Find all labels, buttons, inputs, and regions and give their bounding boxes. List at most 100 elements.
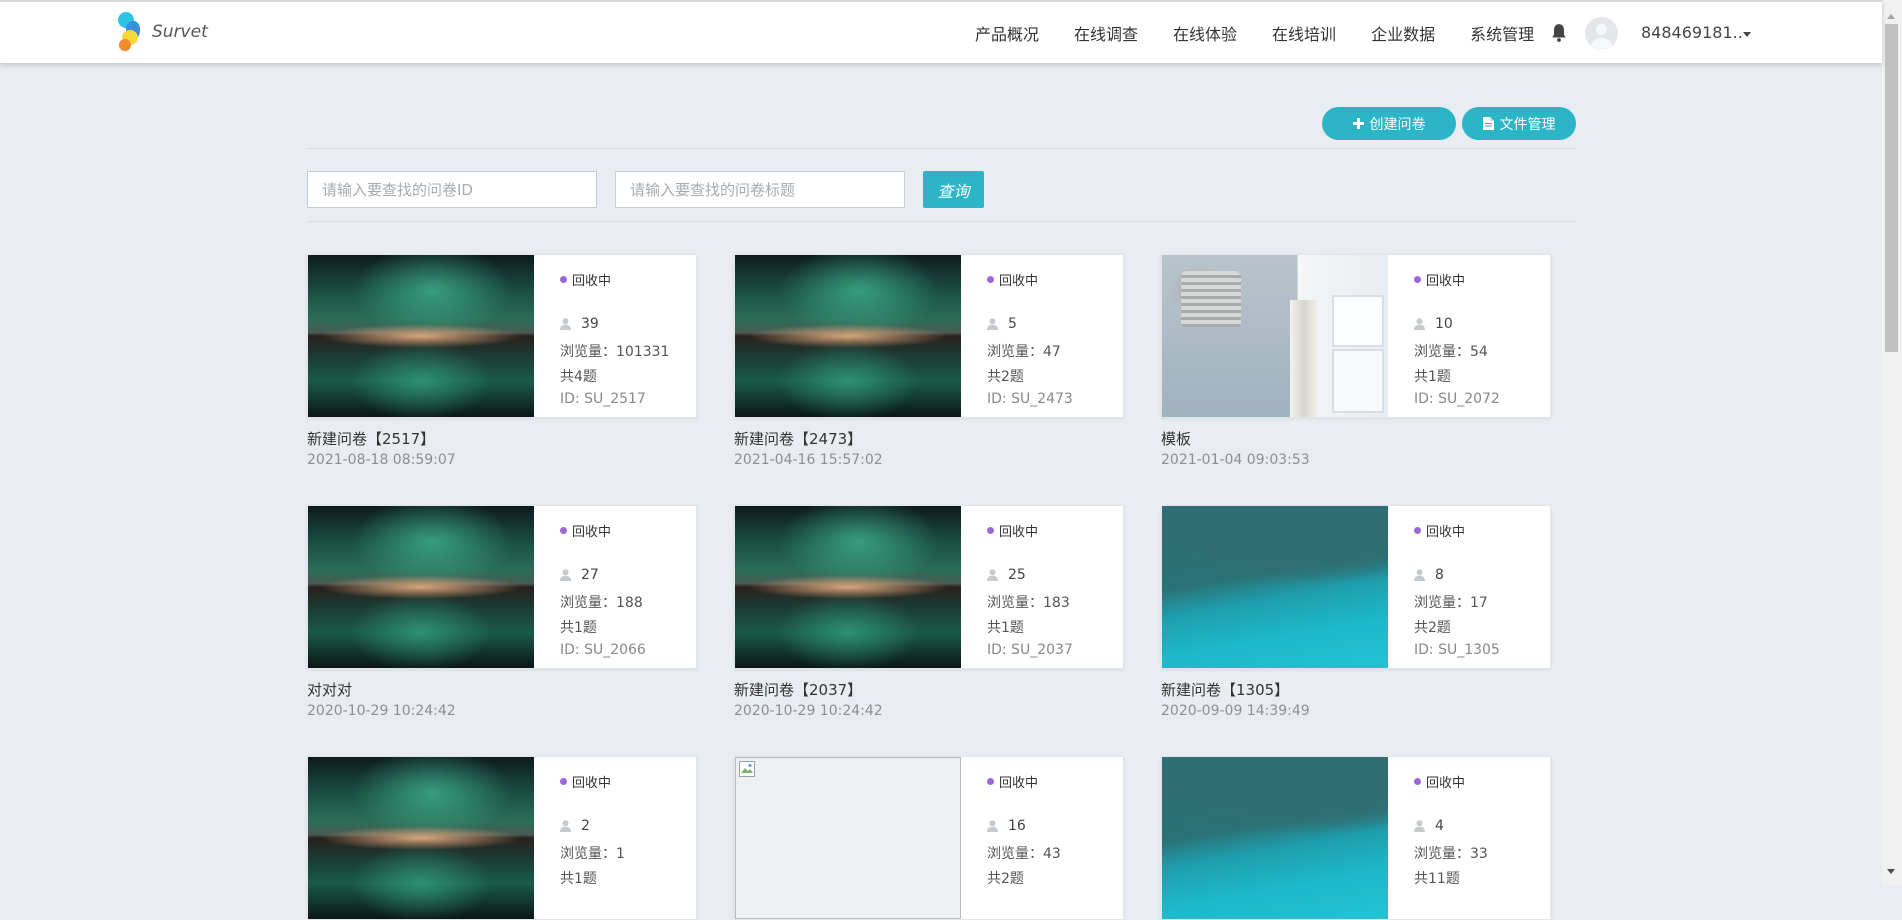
question-count: 共1题 [560,620,597,636]
view-count: 浏览量：1 [560,846,625,862]
survey-cover-image[interactable] [308,255,534,417]
status-dot [560,778,567,785]
status-label: 回收中 [999,525,1039,540]
response-count-value: 27 [581,567,599,583]
scrollbar-thumb[interactable] [1885,24,1898,352]
survey-card-box[interactable]: 回收中 4 浏览量：33 共11题 [1161,756,1551,920]
survey-title[interactable]: 新建问卷【1305】 [1161,679,1289,700]
response-count-value: 39 [581,316,599,332]
survey-id-search-input[interactable] [307,171,597,208]
view-count: 浏览量：101331 [560,344,670,360]
question-count: 共2题 [987,871,1024,887]
nav-item-enterprise-data[interactable]: 企业数据 [1371,21,1435,45]
nav-item-system-management[interactable]: 系统管理 [1470,21,1534,45]
status-badge: 回收中 [560,521,611,540]
survey-cover-image[interactable] [735,757,961,919]
nav-item-online-training[interactable]: 在线培训 [1272,21,1336,45]
survey-title[interactable]: 新建问卷【2037】 [734,679,862,700]
user-icon [987,820,998,832]
file-management-button[interactable]: 文件管理 [1462,107,1576,140]
survey-id: ID: SU_2517 [560,391,646,407]
scroll-down-arrow-icon[interactable] [1887,869,1895,874]
lamp-shape [1181,271,1241,327]
survey-date: 2020-10-29 10:24:42 [307,703,456,719]
survey-cover-image[interactable] [1162,506,1388,668]
status-badge: 回收中 [987,270,1038,289]
question-count: 共2题 [1414,620,1451,636]
status-dot [1414,276,1421,283]
question-count: 共1题 [560,871,597,887]
scroll-up-arrow-icon[interactable] [1887,14,1895,19]
survey-card-box[interactable]: 回收中 27 浏览量：188 共1题 ID: SU_2066 [307,505,697,669]
response-count-value: 2 [581,818,590,834]
survey-card-box[interactable]: 回收中 25 浏览量：183 共1题 ID: SU_2037 [734,505,1124,669]
create-survey-button[interactable]: 创建问卷 [1322,107,1456,140]
status-dot [560,527,567,534]
survey-card-box[interactable]: 回收中 5 浏览量：47 共2题 ID: SU_2473 [734,254,1124,418]
avatar-head [1596,24,1607,35]
status-dot [560,276,567,283]
username[interactable]: 848469181.. [1641,23,1743,42]
view-count: 浏览量：47 [987,344,1061,360]
survey-title[interactable]: 新建问卷【2473】 [734,428,862,449]
survey-cover-image[interactable] [308,506,534,668]
survey-cover-image[interactable] [735,506,961,668]
survey-card-box[interactable]: 回收中 10 浏览量：54 共1题 ID: SU_2072 [1161,254,1551,418]
avatar[interactable] [1585,17,1618,50]
bell-icon[interactable] [1550,23,1568,43]
status-badge: 回收中 [1414,521,1465,540]
status-badge: 回收中 [560,270,611,289]
window-shape [1332,295,1384,347]
response-count: 5 [987,316,1017,332]
response-count: 2 [560,818,590,834]
curtain-shape [1290,300,1318,417]
query-button[interactable]: 查询 [923,171,984,208]
status-badge: 回收中 [987,772,1038,791]
status-label: 回收中 [999,776,1039,791]
nav-item-product-overview[interactable]: 产品概况 [975,21,1039,45]
file-icon [1482,117,1494,130]
main-nav: 产品概况 在线调查 在线体验 在线培训 企业数据 系统管理 [975,2,1569,63]
survey-id: ID: SU_2473 [987,391,1073,407]
survey-date: 2020-09-09 14:39:49 [1161,703,1310,719]
response-count: 39 [560,316,599,332]
survey-card-box[interactable]: 回收中 39 浏览量：101331 共4题 ID: SU_2517 [307,254,697,418]
survey-cover-image[interactable] [308,757,534,919]
survey-date: 2021-01-04 09:03:53 [1161,452,1310,468]
divider [307,221,1576,222]
brand-name[interactable]: Survet [152,22,208,42]
survet-logo[interactable] [116,12,146,54]
response-count: 16 [987,818,1026,834]
survey-id: ID: SU_1305 [1414,642,1500,658]
survey-title[interactable]: 新建问卷【2517】 [307,428,435,449]
plus-icon [1352,118,1364,129]
create-survey-label: 创建问卷 [1369,116,1426,133]
view-count: 浏览量：183 [987,595,1070,611]
survey-card-box[interactable]: 回收中 8 浏览量：17 共2题 ID: SU_1305 [1161,505,1551,669]
survey-cover-image[interactable] [735,255,961,417]
survey-title-search-input[interactable] [615,171,905,208]
nav-item-online-experience[interactable]: 在线体验 [1173,21,1237,45]
chevron-down-icon[interactable] [1743,32,1751,37]
survey-cover-image[interactable] [1162,255,1388,417]
survey-card-box[interactable]: 回收中 2 浏览量：1 共1题 [307,756,697,920]
status-badge: 回收中 [560,772,611,791]
survey-cover-image[interactable] [1162,757,1388,919]
question-count: 共1题 [1414,369,1451,385]
survey-title[interactable]: 对对对 [307,679,352,700]
response-count-value: 8 [1435,567,1444,583]
survey-id: ID: SU_2072 [1414,391,1500,407]
status-label: 回收中 [1426,776,1466,791]
response-count-value: 16 [1008,818,1026,834]
user-icon [560,820,571,832]
avatar-body [1591,38,1612,50]
survey-title[interactable]: 模板 [1161,428,1191,449]
survey-card-box[interactable]: 回收中 16 浏览量：43 共2题 [734,756,1124,920]
view-count: 浏览量：188 [560,595,643,611]
survey-id: ID: SU_2037 [987,642,1073,658]
nav-item-online-survey[interactable]: 在线调查 [1074,21,1138,45]
status-label: 回收中 [572,274,612,289]
file-management-label: 文件管理 [1499,116,1556,133]
divider [307,148,1576,149]
user-icon [1414,569,1425,581]
